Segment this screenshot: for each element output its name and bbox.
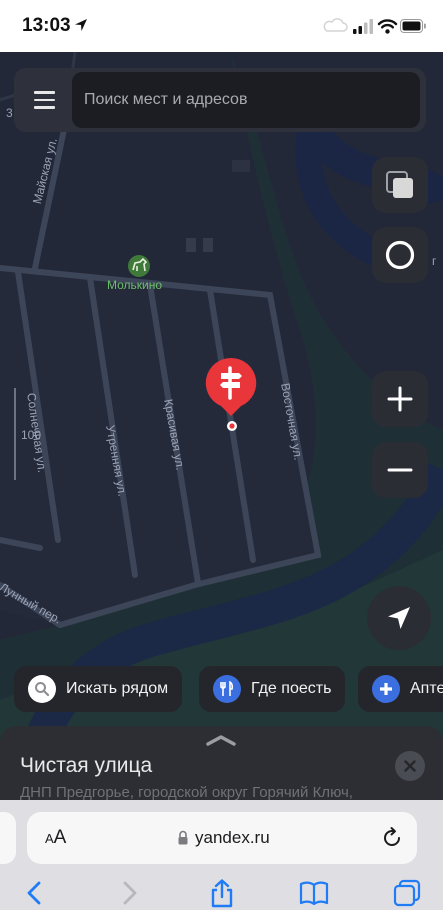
close-card-button[interactable] [395, 751, 425, 781]
place-title: Чистая улица [20, 754, 153, 777]
chip-label: Где поесть [251, 680, 332, 697]
pharmacy-cross-icon [372, 675, 400, 703]
search-bar: Поиск мест и адресов [14, 68, 426, 132]
location-pin-icon[interactable] [203, 356, 259, 418]
lock-icon [178, 830, 188, 845]
reader-settings-button[interactable]: AA [45, 827, 66, 849]
hamburger-icon [33, 91, 55, 94]
url-text: yandex.ru [195, 828, 270, 847]
fork-knife-icon [213, 675, 241, 703]
cellular-signal-icon [353, 19, 373, 34]
minus-icon [387, 468, 413, 472]
building [186, 238, 196, 252]
screen: 13:03 Молькино Майская ул. Солнечная ул.… [0, 0, 443, 910]
chip-where-to-eat[interactable]: Где поесть [199, 666, 346, 712]
map-label-edge-3: 3 [6, 106, 13, 120]
building [232, 160, 250, 172]
layers-button[interactable] [372, 157, 428, 213]
building [203, 238, 213, 252]
search-icon [28, 675, 56, 703]
wifi-icon [377, 19, 398, 34]
status-time: 13:03 [22, 15, 71, 36]
chip-pharmacy[interactable]: Апте [358, 666, 443, 712]
cloud-icon [323, 18, 348, 32]
browser-toolbar: AA yandex.ru [0, 800, 443, 910]
my-location-button[interactable] [367, 586, 431, 650]
map-label-molkino: Молькино [107, 278, 163, 292]
bookmarks-icon[interactable] [299, 878, 329, 908]
status-indicators [323, 18, 426, 34]
place-address: ДНП Предгорье, городской округ Горячий К… [20, 784, 353, 801]
chip-label: Искать рядом [66, 680, 169, 697]
chip-label: Апте [410, 680, 443, 697]
alice-assistant-icon [385, 240, 415, 270]
forward-icon[interactable] [114, 878, 144, 908]
sheet-handle-icon[interactable] [206, 734, 236, 746]
zoom-in-button[interactable] [372, 371, 428, 427]
previous-tab-preview[interactable] [0, 812, 16, 864]
menu-button[interactable] [22, 78, 66, 122]
back-icon[interactable] [20, 878, 50, 908]
map-label-edge: г [432, 254, 437, 268]
navigation-arrow-icon [388, 607, 410, 629]
alice-button[interactable] [372, 227, 428, 283]
plus-icon [387, 386, 413, 412]
reload-icon[interactable] [379, 825, 405, 851]
status-bar: 13:03 [0, 0, 443, 52]
pin-point-marker [227, 421, 237, 431]
zoom-out-button[interactable] [372, 442, 428, 498]
close-icon [404, 760, 416, 772]
tabs-icon[interactable] [392, 878, 422, 908]
location-arrow-icon [75, 19, 87, 31]
scale-label: 100 [21, 428, 42, 442]
layers-icon [386, 171, 413, 198]
horse-poi-icon [128, 255, 150, 277]
chip-search-nearby[interactable]: Искать рядом [14, 666, 183, 712]
battery-icon [400, 19, 426, 33]
share-icon[interactable] [207, 878, 237, 908]
address-bar[interactable]: AA yandex.ru [27, 812, 417, 864]
search-input[interactable]: Поиск мест и адресов [72, 72, 420, 128]
